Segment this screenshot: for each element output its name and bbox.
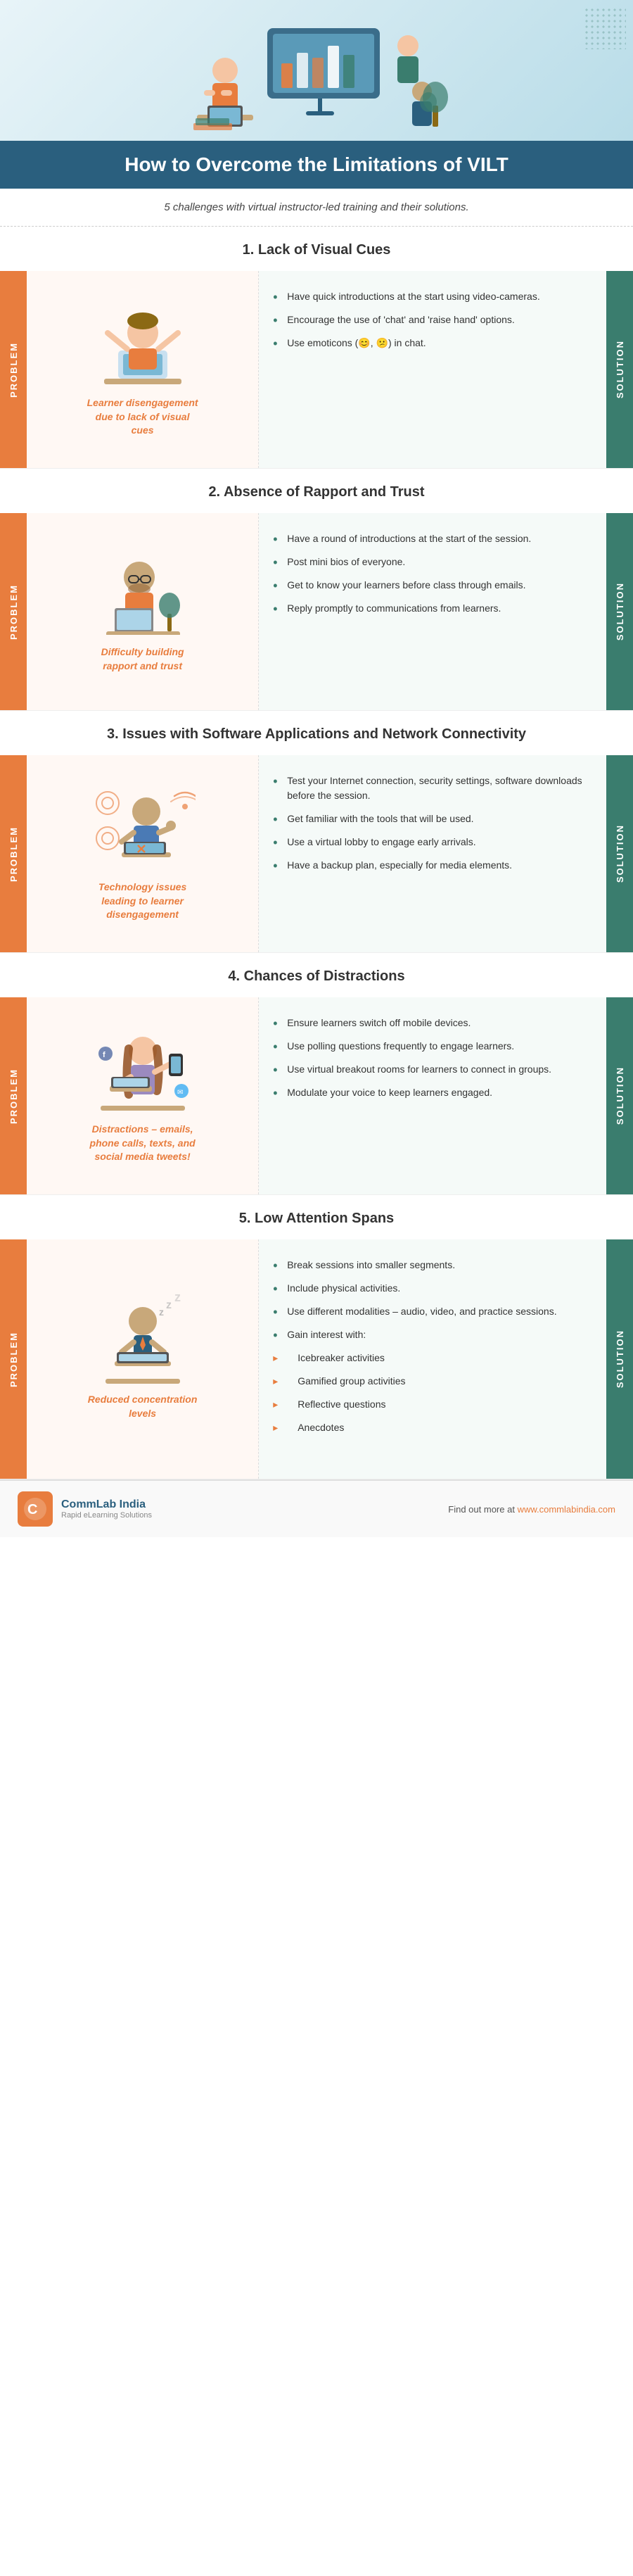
section-1-content: PROBLEM — [0, 271, 633, 468]
list-item: Use emoticons (😊, 😕) in chat. — [273, 332, 589, 355]
section-4-problem-text: Distractions – emails, phone calls, text… — [87, 1123, 199, 1164]
section-5-illustration: z z z — [90, 1298, 196, 1382]
list-item: Break sessions into smaller segments. — [273, 1254, 589, 1277]
section-4-problem-label: PROBLEM — [0, 997, 27, 1194]
section-3-solution-area: Test your Internet connection, security … — [259, 755, 606, 952]
svg-text:C: C — [27, 1502, 37, 1517]
list-item: Use a virtual lobby to engage early arri… — [273, 831, 589, 854]
section-3-problem-label: PROBLEM — [0, 755, 27, 952]
section-3-problem-area: Technology issues leading to learner dis… — [27, 755, 259, 952]
list-item: Reply promptly to communications from le… — [273, 597, 589, 620]
section-4: 4. Chances of Distractions PROBLEM — [0, 953, 633, 1195]
section-5: 5. Low Attention Spans PROBLEM — [0, 1195, 633, 1479]
list-item: Have quick introductions at the start us… — [273, 285, 589, 308]
section-2-content: PROBLEM — [0, 513, 633, 710]
section-3-problem-text: Technology issues leading to learner dis… — [87, 880, 199, 922]
list-item: Modulate your voice to keep learners eng… — [273, 1081, 589, 1104]
section-5-problem-label: PROBLEM — [0, 1239, 27, 1479]
list-item: Get familiar with the tools that will be… — [273, 807, 589, 831]
section-3-solution-list: Test your Internet connection, security … — [273, 769, 589, 877]
footer-brand-name: CommLab India — [61, 1498, 448, 1511]
list-item: Gain interest with: — [273, 1323, 589, 1346]
section-4-solution-label: SOLUTION — [606, 997, 633, 1194]
section-4-problem-area: f ✉ Distractions – emails, phone calls, … — [27, 997, 259, 1194]
section-5-content: PROBLEM z — [0, 1239, 633, 1479]
header-section: How to Overcome the Limitations of VILT … — [0, 0, 633, 227]
section-5-problem-area: z z z Reduced concentration levels — [27, 1239, 259, 1479]
section-1-problem-label: PROBLEM — [0, 271, 27, 468]
svg-text:f: f — [103, 1051, 106, 1059]
section-2-illustration — [94, 550, 192, 635]
section-2-problem-text: Difficulty building rapport and trust — [87, 645, 199, 673]
subtitle: 5 challenges with virtual instructor-led… — [0, 189, 633, 227]
footer-brand-tagline: Rapid eLearning Solutions — [61, 1511, 448, 1520]
section-2-solution-area: Have a round of introductions at the sta… — [259, 513, 606, 710]
section-3-content: PROBLEM — [0, 755, 633, 952]
footer-logo: C — [18, 1491, 53, 1527]
section-2: 2. Absence of Rapport and Trust PROBLEM — [0, 469, 633, 711]
hero-illustration-svg — [183, 14, 450, 141]
section-2-title: 2. Absence of Rapport and Trust — [0, 469, 633, 513]
section-5-title: 5. Low Attention Spans — [0, 1195, 633, 1239]
section-5-solution-area: Break sessions into smaller segments. In… — [259, 1239, 606, 1479]
section-1-solution-area: Have quick introductions at the start us… — [259, 271, 606, 468]
section-1-title: 1. Lack of Visual Cues — [0, 227, 633, 271]
section-4-solution-area: Ensure learners switch off mobile device… — [259, 997, 606, 1194]
section-5-problem-text: Reduced concentration levels — [87, 1393, 199, 1420]
section-2-solution-label: SOLUTION — [606, 513, 633, 710]
footer: C CommLab India Rapid eLearning Solution… — [0, 1479, 633, 1537]
section-4-content: PROBLEM — [0, 997, 633, 1194]
section-1-illustration — [94, 301, 192, 386]
svg-text:z: z — [174, 1294, 181, 1304]
list-item-sub: Anecdotes — [273, 1416, 589, 1439]
section-1-solution-list: Have quick introductions at the start us… — [273, 285, 589, 355]
section-1: 1. Lack of Visual Cues PROBLEM — [0, 227, 633, 469]
list-item-sub: Icebreaker activities — [273, 1346, 589, 1370]
list-item: Ensure learners switch off mobile device… — [273, 1011, 589, 1035]
section-4-illustration: f ✉ — [90, 1028, 196, 1112]
list-item: Use virtual breakout rooms for learners … — [273, 1058, 589, 1081]
list-item: Get to know your learners before class t… — [273, 574, 589, 597]
main-title-banner: How to Overcome the Limitations of VILT — [0, 141, 633, 189]
list-item: Use polling questions frequently to enga… — [273, 1035, 589, 1058]
main-title: How to Overcome the Limitations of VILT — [21, 153, 612, 176]
list-item: Use different modalities – audio, video,… — [273, 1300, 589, 1323]
footer-url-link[interactable]: www.commlabindia.com — [518, 1504, 615, 1515]
section-4-solution-list: Ensure learners switch off mobile device… — [273, 1011, 589, 1104]
section-3-title: 3. Issues with Software Applications and… — [0, 711, 633, 755]
section-2-problem-area: Difficulty building rapport and trust — [27, 513, 259, 710]
footer-url: Find out more at www.commlabindia.com — [448, 1504, 615, 1515]
section-2-problem-label: PROBLEM — [0, 513, 27, 710]
svg-text:z: z — [166, 1299, 172, 1311]
section-4-title: 4. Chances of Distractions — [0, 953, 633, 997]
section-1-problem-area: Learner disengagement due to lack of vis… — [27, 271, 259, 468]
list-item: Have a round of introductions at the sta… — [273, 527, 589, 550]
section-5-solution-label: SOLUTION — [606, 1239, 633, 1479]
list-item: Include physical activities. — [273, 1277, 589, 1300]
header-illustration — [0, 0, 633, 141]
list-item: Post mini bios of everyone. — [273, 550, 589, 574]
section-1-solution-label: SOLUTION — [606, 271, 633, 468]
svg-text:✉: ✉ — [177, 1089, 183, 1097]
section-3-solution-label: SOLUTION — [606, 755, 633, 952]
section-3-illustration — [90, 785, 196, 870]
list-item-sub: Reflective questions — [273, 1393, 589, 1416]
list-item-sub: Gamified group activities — [273, 1370, 589, 1393]
list-item: Have a backup plan, especially for media… — [273, 854, 589, 877]
section-3: 3. Issues with Software Applications and… — [0, 711, 633, 953]
list-item: Encourage the use of 'chat' and 'raise h… — [273, 308, 589, 332]
svg-text:z: z — [159, 1306, 164, 1318]
list-item: Test your Internet connection, security … — [273, 769, 589, 807]
section-1-problem-text: Learner disengagement due to lack of vis… — [87, 396, 199, 438]
footer-brand: CommLab India Rapid eLearning Solutions — [61, 1498, 448, 1520]
section-2-solution-list: Have a round of introductions at the sta… — [273, 527, 589, 620]
section-5-solution-list: Break sessions into smaller segments. In… — [273, 1254, 589, 1439]
